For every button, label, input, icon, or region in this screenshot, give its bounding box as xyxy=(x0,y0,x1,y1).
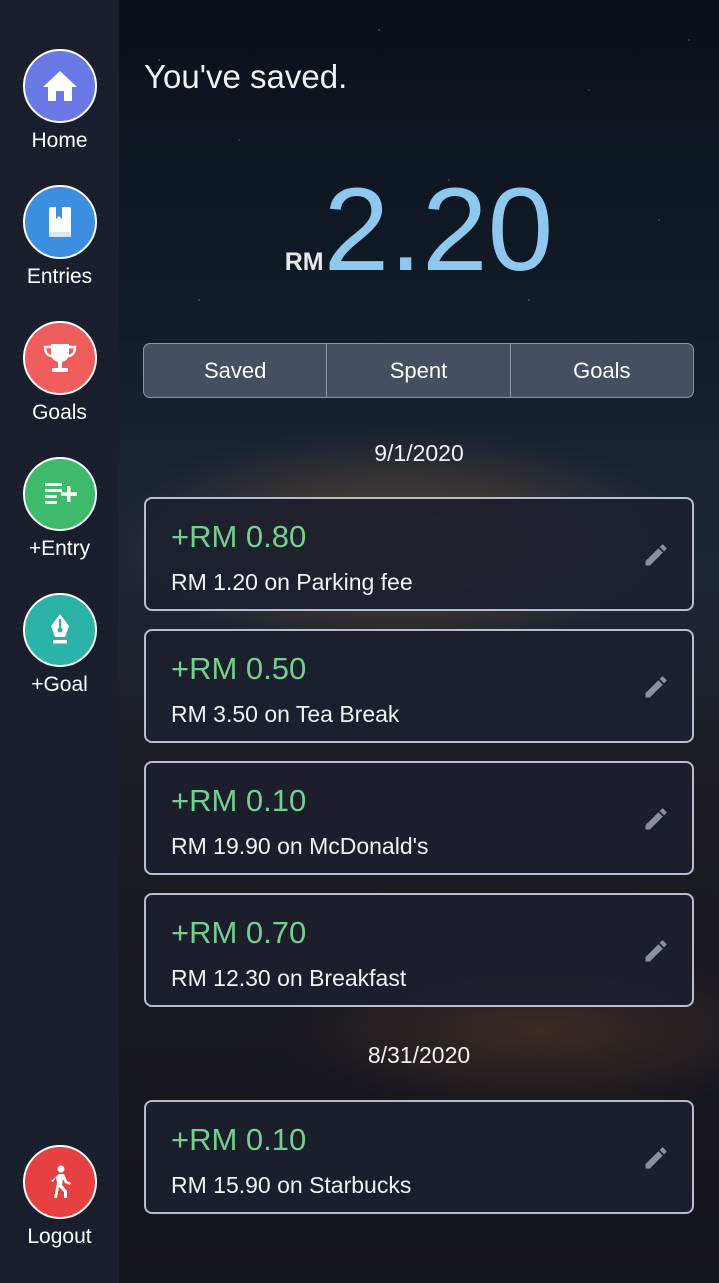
savings-amount: 2.20 xyxy=(323,164,554,296)
entry-description: RM 15.90 on Starbucks xyxy=(171,1172,412,1198)
tab-saved[interactable]: Saved xyxy=(144,344,326,397)
walking-person-icon xyxy=(22,1145,97,1219)
trophy-icon xyxy=(22,321,97,395)
currency-label: RM xyxy=(284,248,324,276)
entry-card[interactable]: +RM 0.80 RM 1.20 on Parking fee xyxy=(144,497,694,611)
tab-goals[interactable]: Goals xyxy=(509,344,693,397)
entry-saved-amount: +RM 0.10 xyxy=(171,783,307,818)
nav-home-button[interactable]: Home xyxy=(0,49,119,153)
entry-description: RM 1.20 on Parking fee xyxy=(171,569,413,595)
logout-label: Logout xyxy=(27,1225,92,1248)
edit-icon[interactable] xyxy=(642,673,670,701)
edit-icon[interactable] xyxy=(642,541,670,569)
nav-add-goal-label: +Goal xyxy=(31,673,88,696)
nav-home-label: Home xyxy=(31,129,88,152)
edit-icon[interactable] xyxy=(642,1144,670,1172)
entry-card[interactable]: +RM 0.70 RM 12.30 on Breakfast xyxy=(144,893,694,1007)
view-tabs: Saved Spent Goals xyxy=(143,343,694,398)
nav-add-entry-label: +Entry xyxy=(28,537,91,560)
entry-saved-amount: +RM 0.10 xyxy=(171,1122,307,1157)
main-content: You've saved. RM2.20 Saved Spent Goals 9… xyxy=(119,0,719,1283)
nav-goals-label: Goals xyxy=(32,401,87,424)
date-header: 9/1/2020 xyxy=(374,440,464,466)
nav-entries-label: Entries xyxy=(26,265,93,288)
book-icon xyxy=(22,185,97,259)
nav-add-goal-button[interactable]: +Goal xyxy=(0,593,119,697)
entry-card[interactable]: +RM 0.50 RM 3.50 on Tea Break xyxy=(144,629,694,743)
savings-total: RM2.20 xyxy=(119,165,719,295)
page-title: You've saved. xyxy=(144,58,348,95)
pen-nib-icon xyxy=(22,593,97,667)
entry-saved-amount: +RM 0.70 xyxy=(171,915,307,950)
entry-saved-amount: +RM 0.80 xyxy=(171,519,307,554)
add-list-icon xyxy=(22,457,97,531)
entry-card[interactable]: +RM 0.10 RM 15.90 on Starbucks xyxy=(144,1100,694,1214)
entry-description: RM 3.50 on Tea Break xyxy=(171,701,400,727)
nav-add-entry-button[interactable]: +Entry xyxy=(0,457,119,561)
entry-card[interactable]: +RM 0.10 RM 19.90 on McDonald's xyxy=(144,761,694,875)
tab-spent[interactable]: Spent xyxy=(326,344,509,397)
date-header: 8/31/2020 xyxy=(367,1042,471,1068)
entry-saved-amount: +RM 0.50 xyxy=(171,651,307,686)
nav-goals-button[interactable]: Goals xyxy=(0,321,119,425)
entry-description: RM 19.90 on McDonald's xyxy=(171,833,429,859)
entry-description: RM 12.30 on Breakfast xyxy=(171,965,407,991)
home-icon xyxy=(22,49,97,123)
nav-entries-button[interactable]: Entries xyxy=(0,185,119,289)
edit-icon[interactable] xyxy=(642,805,670,833)
edit-icon[interactable] xyxy=(642,937,670,965)
sidebar: Home Entries Goals +Entry +Goal Logout xyxy=(0,0,119,1283)
logout-button[interactable]: Logout xyxy=(0,1145,119,1249)
